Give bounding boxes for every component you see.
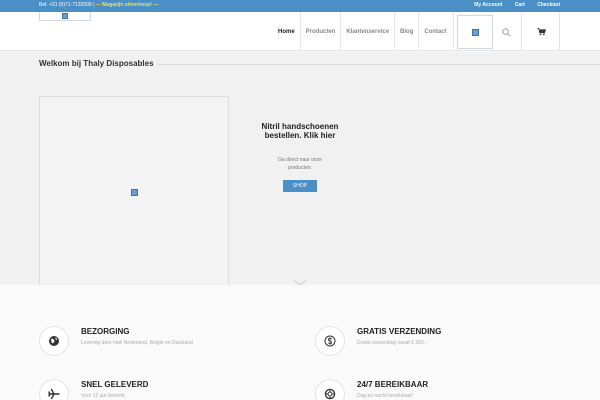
main-nav: Home Producten Klantenservice Blog Conta… <box>273 12 452 51</box>
feature-title: GRATIS VERZENDING <box>357 327 442 336</box>
sale-promo-link[interactable]: | — Magazijn uitverkoop! — <box>93 2 158 8</box>
shop-button[interactable]: SHOP <box>283 180 317 192</box>
phone-number[interactable]: Bel: +31 (0)71-7132099 <box>39 2 92 8</box>
feature-icon-circle <box>39 326 69 356</box>
cart-link[interactable]: Cart <box>515 2 525 8</box>
account-links: My Account Cart Checkout <box>463 2 560 8</box>
globe-icon <box>49 336 59 346</box>
features-section: BEZORGING Levering door heel Nederland, … <box>0 285 600 400</box>
promo-heading[interactable]: Nitril handschoenen bestellen. Klik hier <box>250 122 350 140</box>
feature-icon-circle <box>315 379 345 400</box>
title-divider <box>158 64 600 65</box>
site-logo[interactable] <box>39 12 91 21</box>
feature-description: Levering door heel Nederland, België en … <box>81 340 193 346</box>
hero-section: Welkom bij Thaly Disposables Nitril hand… <box>0 52 600 287</box>
nav-klantenservice[interactable]: Klantenservice <box>340 12 394 51</box>
support-icon <box>324 388 336 400</box>
nav-blog[interactable]: Blog <box>394 12 418 51</box>
feature-title: SNEL GELEVERD <box>81 380 149 389</box>
cart-icon[interactable] <box>537 27 546 36</box>
page-title: Welkom bij Thaly Disposables <box>39 59 154 68</box>
nav-divider <box>453 12 454 51</box>
checkout-link[interactable]: Checkout <box>537 2 560 8</box>
top-bar-contact: Bel: +31 (0)71-7132099 | — Magazijn uitv… <box>39 2 158 8</box>
my-account-link[interactable]: My Account <box>474 2 502 8</box>
broken-image-icon <box>131 189 138 196</box>
promo-subtext: Ga direct naar onze producten: <box>278 157 322 171</box>
broken-image-icon <box>62 13 68 19</box>
top-bar: Bel: +31 (0)71-7132099 | — Magazijn uitv… <box>0 0 600 12</box>
feature-title: 24/7 BEREIKBAAR <box>357 380 429 389</box>
feature-description: Voor 12 uur besteld, <box>81 393 126 399</box>
feature-description: Dag en nacht bereikbaar! <box>357 393 414 399</box>
feature-description: Gratis verzending vanaf € 300,- <box>357 340 427 346</box>
nav-divider <box>559 12 560 51</box>
hero-image <box>39 96 229 287</box>
nav-contact[interactable]: Contact <box>418 12 451 51</box>
feature-icon-circle <box>315 326 345 356</box>
search-icon[interactable] <box>502 28 511 37</box>
dollar-icon <box>324 335 336 347</box>
nav-image-link[interactable] <box>457 15 493 49</box>
main-header: Home Producten Klantenservice Blog Conta… <box>0 12 600 51</box>
nav-divider <box>521 12 522 51</box>
broken-image-icon <box>472 29 479 36</box>
nav-home[interactable]: Home <box>273 12 300 51</box>
plane-icon <box>48 388 60 400</box>
feature-icon-circle <box>39 379 69 400</box>
feature-title: BEZORGING <box>81 327 130 336</box>
nav-producten[interactable]: Producten <box>299 12 341 51</box>
